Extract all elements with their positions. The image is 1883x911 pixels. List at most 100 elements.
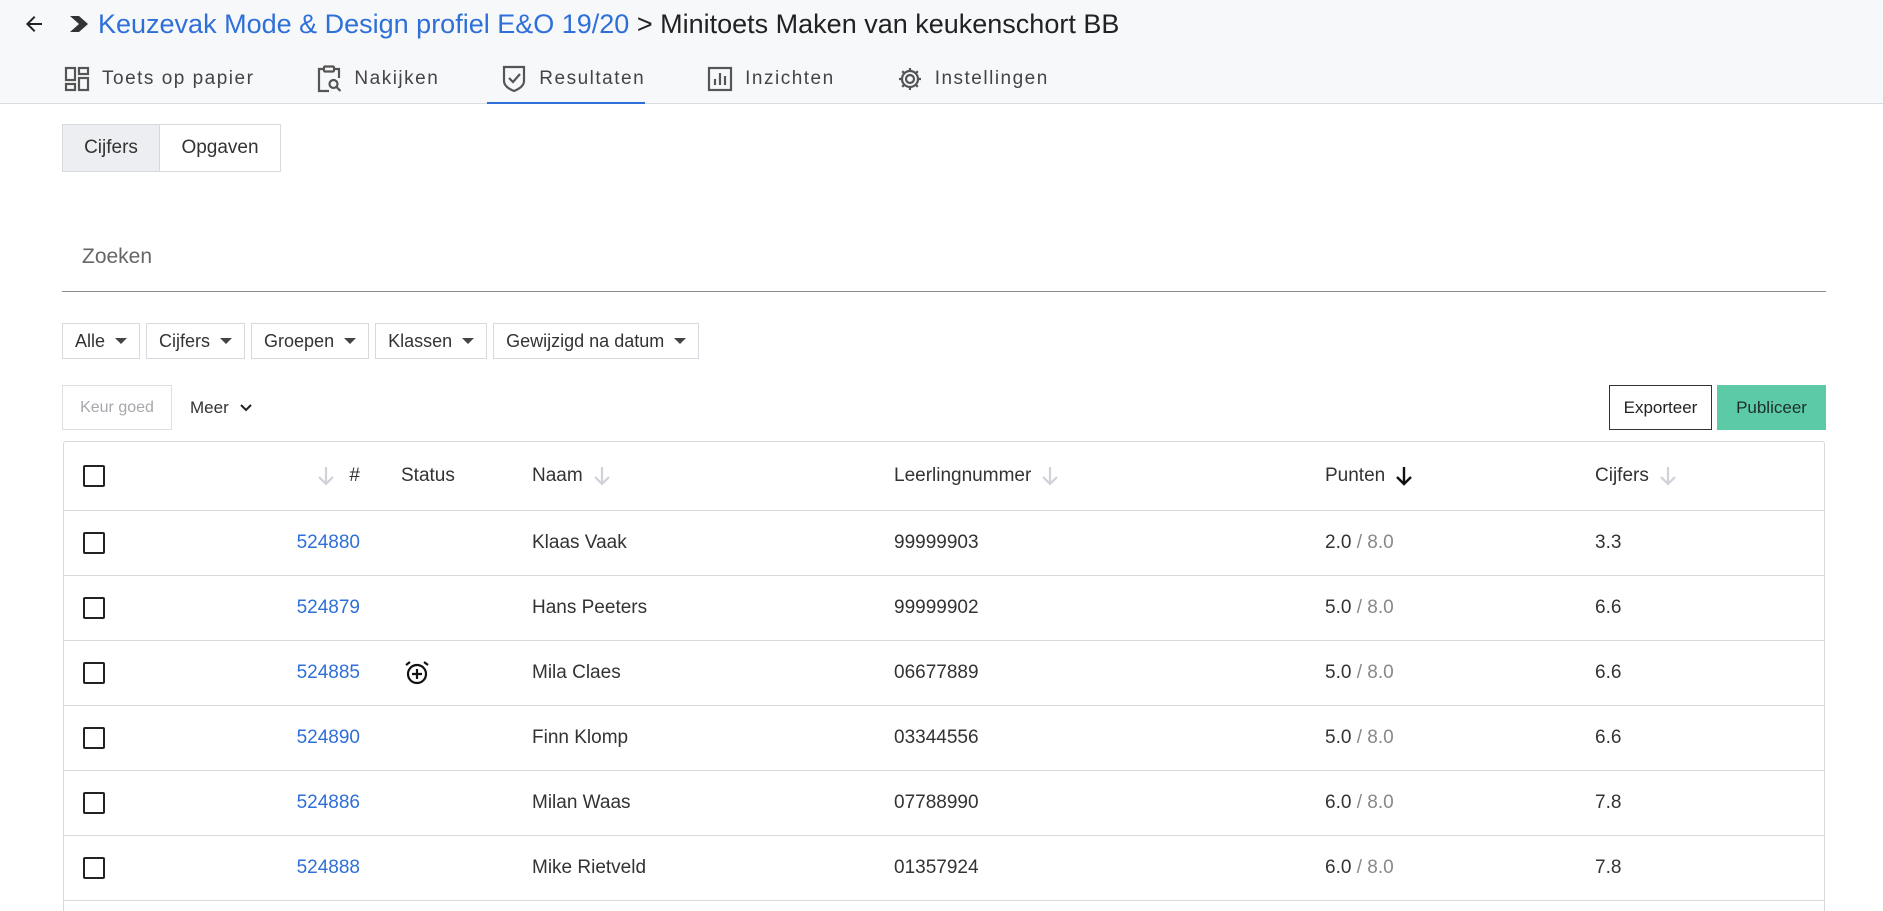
tab-label: Inzichten — [745, 68, 835, 89]
tab-bar: Toets op papier Nakijken Resultaten Inzi… — [64, 56, 1111, 104]
row-checkbox[interactable] — [83, 792, 105, 814]
points-value: 6.0 — [1325, 857, 1352, 878]
gear-icon — [898, 68, 921, 90]
points: 5.0 / 8.0 — [1325, 576, 1394, 640]
tab-inzichten[interactable]: Inzichten — [707, 56, 835, 102]
filter-label: Klassen — [388, 330, 453, 351]
submission-number-link[interactable]: 524888 — [214, 836, 360, 900]
submission-id: 524890 — [296, 727, 360, 748]
table-row: 524880 Klaas Vaak 99999903 2.0 / 8.0 3.3 — [64, 511, 1824, 576]
row-checkbox[interactable] — [83, 727, 105, 749]
status-cell — [403, 641, 431, 705]
view-cijfers-button[interactable]: Cijfers — [63, 125, 160, 171]
top-bar: Keuzevak Mode & Design profiel E&O 19/20… — [0, 0, 1883, 104]
tab-toets-op-papier[interactable]: Toets op papier — [64, 56, 254, 102]
table-row: 524888 Mike Rietveld 01357924 6.0 / 8.0 … — [64, 836, 1824, 901]
breadcrumb-separator: > — [636, 9, 653, 39]
grade: 7.8 — [1595, 792, 1622, 813]
view-opgaven-button[interactable]: Opgaven — [160, 125, 280, 171]
student-number: 01357924 — [894, 857, 979, 878]
chevron-down-icon — [240, 403, 252, 411]
column-header-leerlingnummer[interactable]: Leerlingnummer — [894, 442, 1059, 510]
dashboard-icon — [64, 66, 90, 92]
submission-number-link[interactable]: 524885 — [214, 641, 360, 705]
view-toggle: Cijfers Opgaven — [62, 124, 281, 172]
breadcrumb-course-link[interactable]: Keuzevak Mode & Design profiel E&O 19/20 — [98, 9, 629, 39]
filter-alle-dropdown[interactable]: Alle — [62, 323, 141, 359]
tab-label: Instellingen — [934, 68, 1049, 89]
column-header-label: # — [349, 465, 360, 486]
submission-id: 524886 — [296, 792, 360, 813]
tab-instellingen[interactable]: Instellingen — [897, 56, 1049, 102]
row-checkbox[interactable] — [83, 662, 105, 684]
row-checkbox[interactable] — [83, 857, 105, 879]
filter-label: Groepen — [264, 330, 335, 351]
points-value: 2.0 — [1325, 532, 1352, 553]
points: 5.0 / 8.0 — [1325, 641, 1394, 705]
meer-dropdown[interactable]: Meer — [190, 385, 253, 430]
chevron-right-icon — [70, 16, 88, 32]
back-button[interactable] — [20, 10, 48, 38]
submission-number-link[interactable]: 524880 — [214, 511, 360, 575]
filter-label: Alle — [75, 330, 106, 351]
filter-gewijzigd-na-datum-dropdown[interactable]: Gewijzigd na datum — [493, 323, 700, 359]
row-checkbox[interactable] — [83, 532, 105, 554]
submission-id: 524879 — [296, 597, 360, 618]
grade: 6.6 — [1595, 727, 1622, 748]
student-name: Mila Claes — [532, 662, 621, 683]
filter-groepen-dropdown[interactable]: Groepen — [251, 323, 370, 359]
results-table: # Status Naam Leerlingnummer Punten Cijf… — [63, 441, 1825, 911]
filter-label: Gewijzigd na datum — [506, 330, 665, 351]
submission-number-link[interactable]: 524886 — [214, 771, 360, 835]
caret-down-icon — [674, 338, 687, 344]
column-header-naam[interactable]: Naam — [532, 442, 611, 510]
tab-label: Resultaten — [539, 68, 646, 89]
arrow-down-active-icon — [1396, 467, 1413, 486]
column-header-cijfers[interactable]: Cijfers — [1595, 442, 1677, 510]
grade: 7.8 — [1595, 857, 1622, 878]
column-header-label: Naam — [532, 465, 583, 486]
filter-label: Cijfers — [159, 330, 211, 351]
submission-number-link[interactable]: 524879 — [214, 576, 360, 640]
student-name: Mike Rietveld — [532, 857, 647, 878]
submission-id: 524888 — [296, 857, 360, 878]
row-checkbox[interactable] — [83, 597, 105, 619]
column-header-label: Status — [401, 465, 455, 486]
submission-number-link[interactable]: 524890 — [214, 706, 360, 770]
grade: 6.6 — [1595, 662, 1622, 683]
tab-label: Toets op papier — [102, 68, 255, 89]
submission-id: 524885 — [296, 662, 360, 683]
student-name: Hans Peeters — [532, 597, 648, 618]
search-field — [62, 236, 1848, 292]
points-max: / 8.0 — [1356, 532, 1394, 553]
tab-label: Nakijken — [354, 68, 440, 89]
filter-bar: Alle Cijfers Groepen Klassen Gewijzigd n… — [62, 323, 705, 359]
points-max: / 8.0 — [1356, 727, 1394, 748]
breadcrumb: Keuzevak Mode & Design profiel E&O 19/20… — [98, 6, 1119, 42]
column-header-status: Status — [401, 442, 455, 510]
column-header-punten[interactable]: Punten — [1325, 442, 1413, 510]
filter-cijfers-dropdown[interactable]: Cijfers — [146, 323, 246, 359]
search-input[interactable] — [62, 236, 1848, 278]
caret-down-icon — [115, 338, 128, 344]
clipboard-search-icon — [318, 65, 342, 93]
column-header-label: Cijfers — [1595, 465, 1649, 486]
points-max: / 8.0 — [1356, 662, 1394, 683]
meer-label: Meer — [190, 397, 229, 417]
student-name: Finn Klomp — [532, 727, 629, 748]
filter-klassen-dropdown[interactable]: Klassen — [375, 323, 488, 359]
select-all-checkbox[interactable] — [83, 465, 105, 487]
table-row: 524879 Hans Peeters 99999902 5.0 / 8.0 6… — [64, 576, 1824, 641]
arrow-down-icon — [1042, 467, 1059, 486]
exporteer-button[interactable]: Exporteer — [1609, 385, 1712, 430]
page-title: Minitoets Maken van keukenschort BB — [660, 9, 1120, 39]
points-value: 5.0 — [1325, 662, 1352, 683]
tab-nakijken[interactable]: Nakijken — [316, 56, 439, 102]
column-header-number[interactable]: # — [214, 442, 360, 510]
arrow-left-icon — [26, 16, 42, 32]
publiceer-button[interactable]: Publiceer — [1717, 385, 1826, 430]
alarm-add-icon[interactable] — [403, 659, 431, 687]
tab-resultaten[interactable]: Resultaten — [487, 56, 646, 104]
submission-id: 524880 — [296, 532, 360, 553]
keur-goed-button[interactable]: Keur goed — [62, 385, 172, 430]
